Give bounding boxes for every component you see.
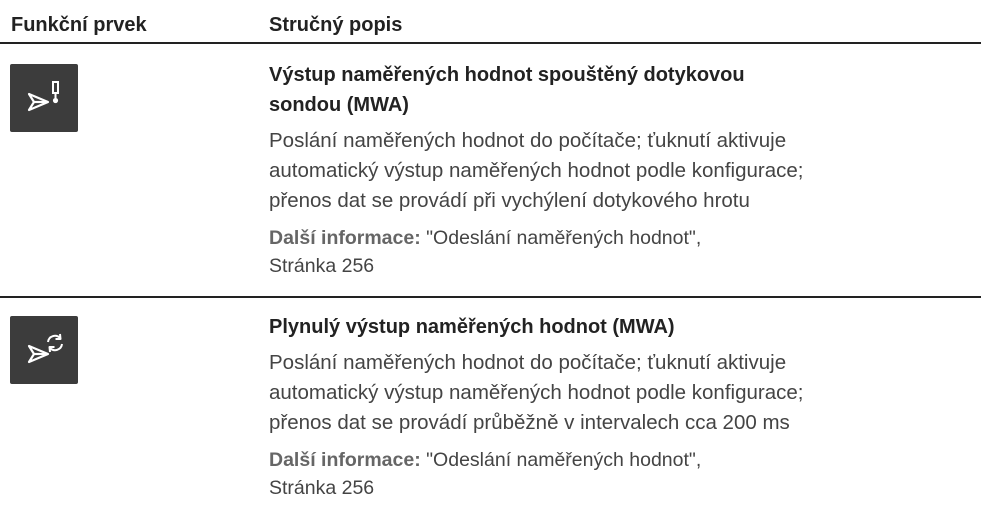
row-body: Poslání naměřených hodnot do počítače; ť… bbox=[269, 126, 969, 216]
table-header: Funkční prvek Stručný popis bbox=[0, 0, 981, 44]
continuous-output-button[interactable] bbox=[10, 316, 78, 384]
row-title-line: Plynulý výstup naměřených hodnot (MWA) bbox=[269, 316, 675, 338]
more-info-label: Další informace: bbox=[269, 449, 421, 471]
more-info-reference[interactable]: "Odeslání naměřených hodnot", bbox=[421, 227, 701, 249]
continuous-output-icon bbox=[27, 333, 63, 364]
row-body-line: automatický výstup naměřených hodnot pod… bbox=[269, 159, 804, 182]
more-info-page[interactable]: Stránka 256 bbox=[269, 255, 374, 277]
table-row: Plynulý výstup naměřených hodnot (MWA) P… bbox=[0, 298, 981, 518]
function-table: Funkční prvek Stručný popis Výstup naměř… bbox=[0, 0, 981, 518]
table-row: Výstup naměřených hodnot spouštěný dotyk… bbox=[0, 44, 981, 298]
row-body-line: přenos dat se provádí při vychýlení doty… bbox=[269, 189, 750, 212]
probe-triggered-output-icon bbox=[27, 81, 59, 112]
header-short-description: Stručný popis bbox=[269, 14, 403, 36]
row-body-line: Poslání naměřených hodnot do počítače; ť… bbox=[269, 351, 787, 374]
row-title: Plynulý výstup naměřených hodnot (MWA) bbox=[269, 312, 969, 342]
row-body-line: automatický výstup naměřených hodnot pod… bbox=[269, 381, 804, 404]
more-info-reference[interactable]: "Odeslání naměřených hodnot", bbox=[421, 449, 701, 471]
more-info-page[interactable]: Stránka 256 bbox=[269, 477, 374, 499]
row-description: Výstup naměřených hodnot spouštěný dotyk… bbox=[269, 60, 969, 280]
row-body-line: přenos dat se provádí průběžně v interva… bbox=[269, 411, 790, 434]
row-description: Plynulý výstup naměřených hodnot (MWA) P… bbox=[269, 312, 969, 502]
row-body: Poslání naměřených hodnot do počítače; ť… bbox=[269, 348, 969, 438]
more-info: Další informace: "Odeslání naměřených ho… bbox=[269, 446, 969, 502]
more-info-label: Další informace: bbox=[269, 227, 421, 249]
row-title-line: Výstup naměřených hodnot spouštěný dotyk… bbox=[269, 64, 745, 86]
header-function-element: Funkční prvek bbox=[11, 14, 147, 36]
row-title: Výstup naměřených hodnot spouštěný dotyk… bbox=[269, 60, 969, 120]
probe-triggered-output-button[interactable] bbox=[10, 64, 78, 132]
more-info: Další informace: "Odeslání naměřených ho… bbox=[269, 224, 969, 280]
row-title-line: sondou (MWA) bbox=[269, 94, 409, 116]
row-body-line: Poslání naměřených hodnot do počítače; ť… bbox=[269, 129, 787, 152]
